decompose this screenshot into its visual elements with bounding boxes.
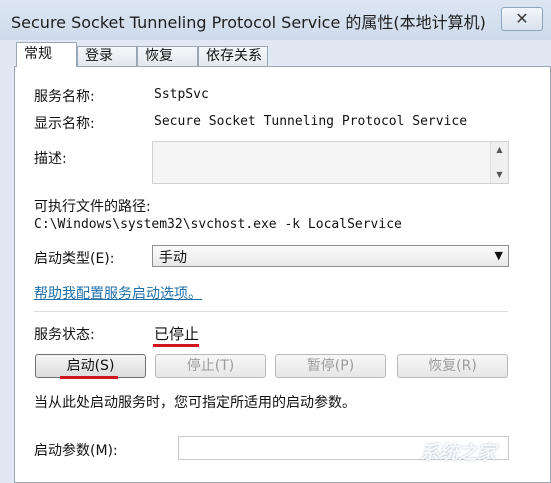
tab-dependencies-label: 依存关系 <box>206 48 262 64</box>
exe-path-label: 可执行文件的路径: <box>34 199 151 215</box>
exe-path-value: C:\Windows\system32\svchost.exe -k Local… <box>34 217 402 232</box>
start-params-label: 启动参数(M): <box>34 443 118 459</box>
divider <box>34 311 508 312</box>
tab-general-label: 常规 <box>24 46 52 62</box>
description-label: 描述: <box>34 151 67 167</box>
pause-button-label: 暂停(P) <box>306 358 355 374</box>
description-textbox[interactable]: ▲ ▼ <box>152 141 509 184</box>
window-title: Secure Socket Tunneling Protocol Service… <box>11 13 486 32</box>
display-name-label: 显示名称: <box>34 116 95 132</box>
chevron-down-icon: ▼ <box>494 249 503 262</box>
tab-logon[interactable]: 登录 <box>77 46 137 67</box>
stop-button[interactable]: 停止(T) <box>155 354 266 378</box>
stop-button-label: 停止(T) <box>186 358 235 374</box>
service-status-value: 已停止 <box>154 325 200 343</box>
scroll-up-icon[interactable]: ▲ <box>491 145 508 154</box>
tab-general[interactable]: 常规 <box>16 42 77 67</box>
close-button[interactable]: ✕ <box>501 7 543 31</box>
service-status-label: 服务状态: <box>34 327 95 343</box>
startup-type-value: 手动 <box>159 250 187 266</box>
close-icon: ✕ <box>515 9 529 28</box>
tab-recovery[interactable]: 恢复 <box>137 46 198 67</box>
startup-type-select[interactable]: 手动 ▼ <box>152 245 509 267</box>
tab-dependencies[interactable]: 依存关系 <box>198 46 268 67</box>
display-name-value: Secure Socket Tunneling Protocol Service <box>154 114 468 129</box>
startup-type-label: 启动类型(E): <box>34 251 115 267</box>
pause-button[interactable]: 暂停(P) <box>275 354 386 378</box>
start-highlight-mark <box>60 376 118 379</box>
tab-logon-label: 登录 <box>85 48 113 64</box>
start-params-hint: 当从此处启动服务时，您可指定所适用的启动参数。 <box>34 395 356 411</box>
status-highlight-mark <box>153 344 199 347</box>
service-name-label: 服务名称: <box>34 89 95 105</box>
start-button[interactable]: 启动(S) <box>35 354 146 378</box>
resume-button[interactable]: 恢复(R) <box>397 354 508 378</box>
tab-recovery-label: 恢复 <box>145 48 173 64</box>
start-button-label: 启动(S) <box>66 358 115 374</box>
scroll-down-icon[interactable]: ▼ <box>491 170 508 179</box>
resume-button-label: 恢复(R) <box>428 358 477 374</box>
description-scrollbar[interactable]: ▲ ▼ <box>490 142 508 183</box>
watermark-logo: 系统之家 <box>420 442 497 464</box>
service-name-value: SstpSvc <box>154 87 209 102</box>
title-bar: Secure Socket Tunneling Protocol Service… <box>0 0 551 40</box>
help-configure-link[interactable]: 帮助我配置服务启动选项。 <box>34 283 202 303</box>
